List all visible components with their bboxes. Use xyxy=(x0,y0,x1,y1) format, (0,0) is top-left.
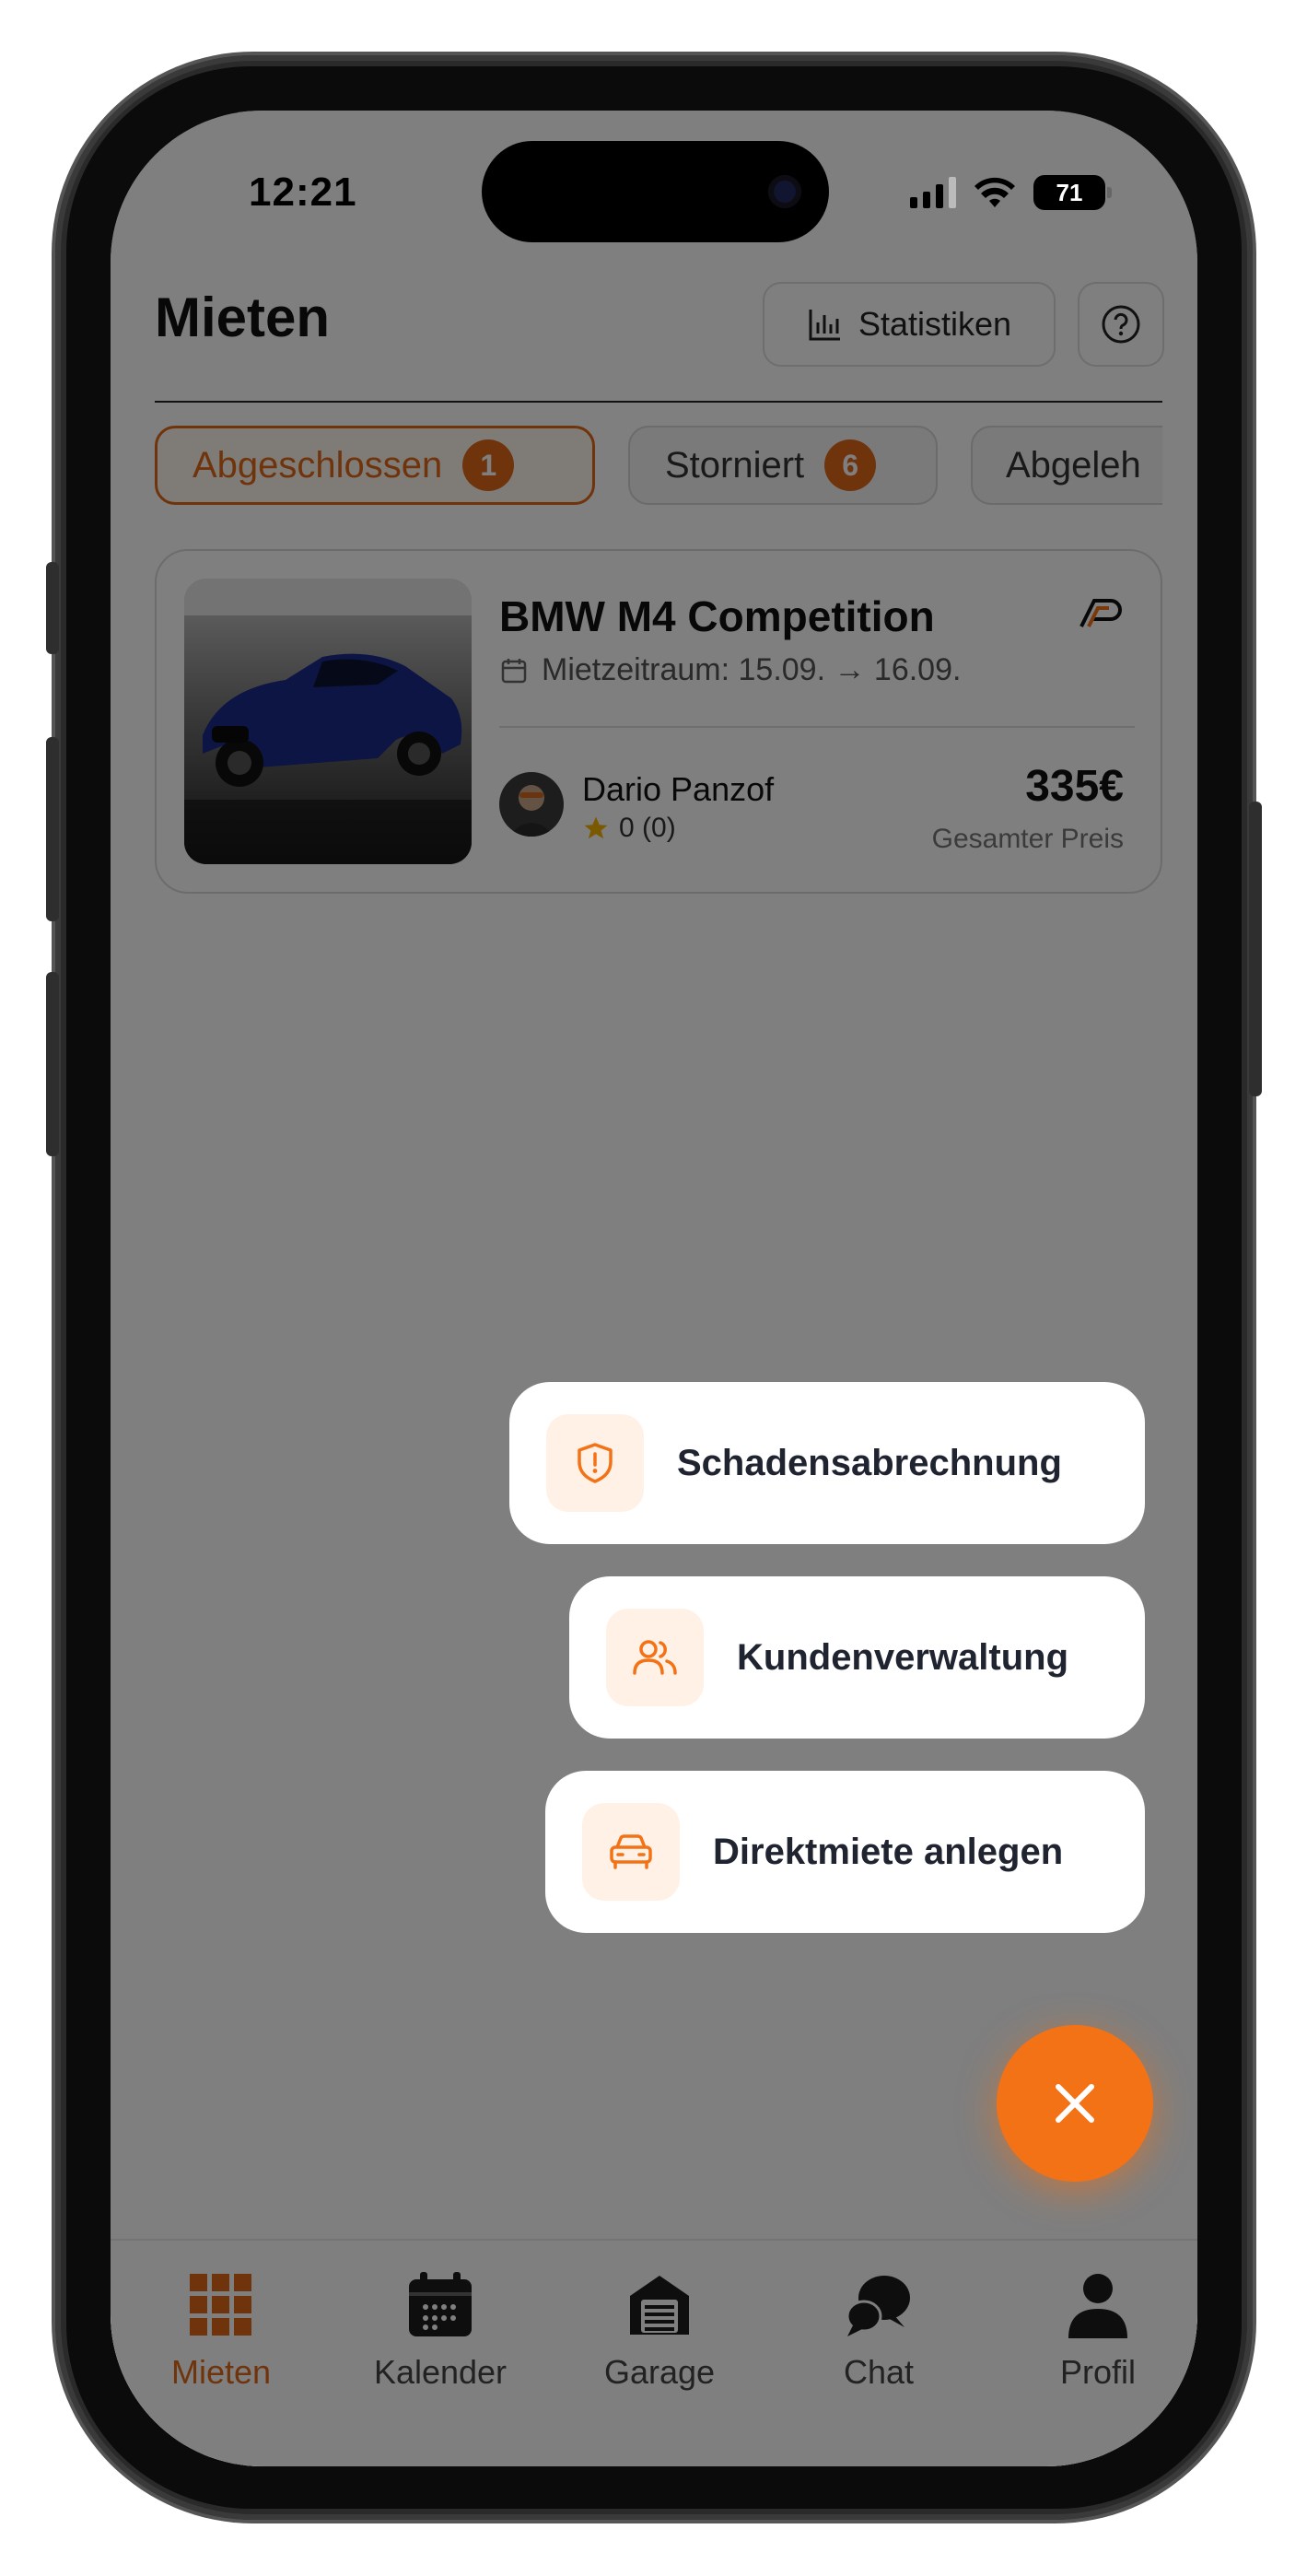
power-button xyxy=(1249,802,1262,1096)
battery-indicator: 71 xyxy=(1033,175,1112,210)
status-time: 12:21 xyxy=(249,170,357,215)
status-icons: 71 xyxy=(910,175,1112,210)
menu-label: Schadensabrechnung xyxy=(677,1442,1062,1483)
shield-alert-icon xyxy=(578,1443,613,1483)
mute-switch xyxy=(46,562,59,654)
menu-label: Kundenverwaltung xyxy=(737,1636,1069,1678)
direktmiete-menu-item[interactable]: Direktmiete anlegen xyxy=(545,1771,1145,1933)
close-fab-button[interactable] xyxy=(997,2025,1153,2182)
menu-icon-bg xyxy=(546,1414,644,1512)
volume-up-button xyxy=(46,737,59,921)
volume-down-button xyxy=(46,972,59,1156)
menu-icon-bg xyxy=(606,1609,704,1706)
cellular-signal-icon xyxy=(910,177,956,208)
wifi-icon xyxy=(974,177,1015,207)
menu-icon-bg xyxy=(582,1803,680,1901)
app-screen: 12:21 71 Mieten Statistiken Abgeschlosse… xyxy=(111,111,1197,2466)
kundenverwaltung-menu-item[interactable]: Kundenverwaltung xyxy=(569,1576,1145,1739)
schadensabrechnung-menu-item[interactable]: Schadensabrechnung xyxy=(509,1382,1145,1544)
users-icon xyxy=(633,1640,677,1675)
dynamic-island xyxy=(482,141,829,242)
menu-label: Direktmiete anlegen xyxy=(713,1831,1064,1872)
car-icon xyxy=(610,1834,652,1869)
close-icon xyxy=(1056,2084,1094,2123)
